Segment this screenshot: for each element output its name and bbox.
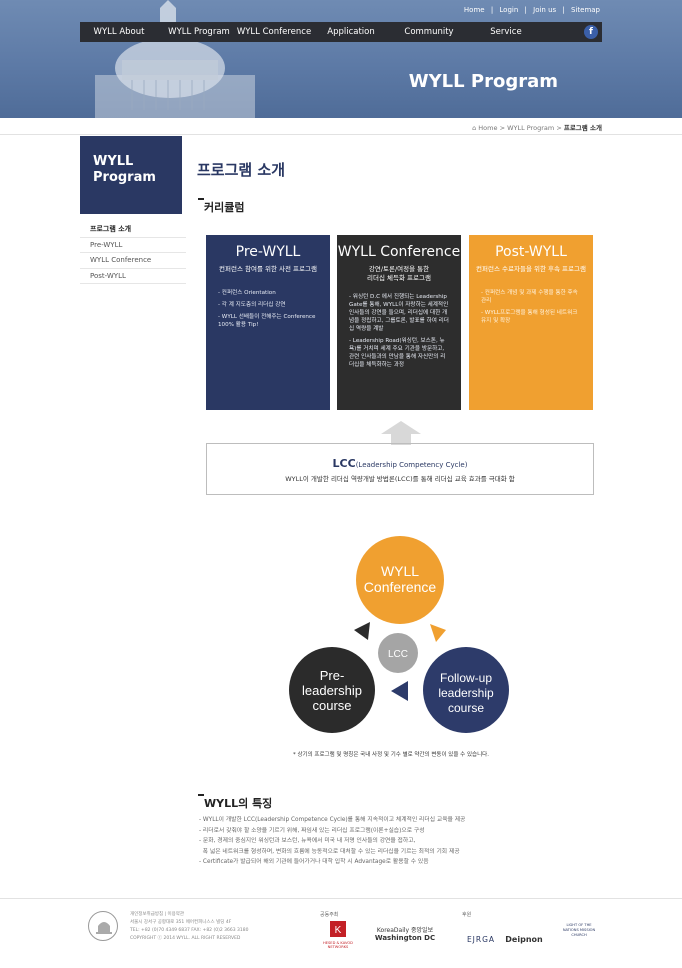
cycle-right-line3: course xyxy=(448,701,484,715)
feature-item: - Certificate가 발급되어 해외 기관에 들어가거나 대학 입학 시… xyxy=(199,859,429,865)
top-links: Home | Login | Join us | Sitemap xyxy=(463,6,600,14)
main-nav: WYLL About WYLL Program WYLL Conference … xyxy=(80,22,602,42)
features-list: - WYLL이 개발한 LCC(Leadership Competence Cy… xyxy=(199,815,465,868)
nav-item-community[interactable]: Community xyxy=(398,22,460,42)
box-bullets: - 컨퍼런스 개념 및 과제 수행을 통한 후속 관리 - WYLL프로그램을 … xyxy=(481,290,578,324)
breadcrumb: ⌂ Home > WYLL Program > 프로그램 소개 xyxy=(472,124,602,132)
up-arrow-icon xyxy=(381,421,421,445)
cycle-top-line2: Conference xyxy=(364,579,437,595)
footer-info: 개인정보취급방침 | 이용약관 서울시 강서구 공항대로 351 에어컨피니스스… xyxy=(130,911,249,941)
lcc-box: LCC(Leadership Competency Cycle) WYLL이 개… xyxy=(206,443,594,495)
box-bullets: - 워싱턴 D.C 에서 진행되는 Leadership Gate를 통해, W… xyxy=(349,294,449,368)
post-wyll-box: Post-WYLL 컨퍼런스 수료자들을 위한 후속 프로그램 - 컨퍼런스 개… xyxy=(469,235,593,410)
breadcrumb-current: 프로그램 소개 xyxy=(563,124,602,132)
breadcrumb-wyll-program[interactable]: WYLL Program xyxy=(507,124,554,132)
page-title: 프로그램 소개 xyxy=(197,161,286,179)
sidebar-item-post-wyll[interactable]: Post-WYLL xyxy=(80,269,186,284)
box-title: WYLL Conference xyxy=(337,244,461,260)
box-subtitle: 컨퍼런스 수료자들을 위한 후속 프로그램 xyxy=(476,265,586,273)
lcc-title: LCC(Leadership Competency Cycle) xyxy=(332,457,468,470)
nav-item-wyll-about[interactable]: WYLL About xyxy=(84,22,154,42)
sponsor-light-of-nations[interactable]: LIGHT OF THE NATIONS MISSION CHURCH xyxy=(558,923,600,938)
cohost-label: 공동주최 xyxy=(320,912,339,918)
nav-item-service[interactable]: Service xyxy=(478,22,534,42)
feature-item: - WYLL이 개발한 LCC(Leadership Competence Cy… xyxy=(199,817,466,823)
wyll-conference-box: WYLL Conference 강연/토론/여정을 통한 리더십 체득화 프로그… xyxy=(337,235,461,410)
feature-item: - 문화, 경제의 중심지인 워싱턴과 보스턴, 뉴욕에서 미국 내 저명 인사… xyxy=(199,838,416,844)
sponsor-ejrga[interactable]: EJRGA xyxy=(462,927,500,944)
capitol-building-image xyxy=(95,0,255,118)
box-title: Post-WYLL xyxy=(495,244,567,260)
feature-item: - 리더로서 갖춰야 할 소양을 기르기 위해, 짜임새 있는 리더십 프로그램… xyxy=(199,827,425,834)
sidebar-title: WYLL Program xyxy=(93,154,156,185)
sponsor-deipnon[interactable]: Deipnon xyxy=(503,927,545,944)
header-banner: Home | Login | Join us | Sitemap WYLL Ab… xyxy=(0,0,682,118)
features-title: WYLL의 특징 xyxy=(197,794,273,810)
sidebar-menu: 프로그램 소개 Pre-WYLL WYLL Conference Post-WY… xyxy=(80,222,186,284)
home-icon[interactable]: ⌂ xyxy=(472,124,476,132)
home-link[interactable]: Home xyxy=(464,6,485,14)
lcc-cycle-diagram: WYLL Conference Pre- leadership course F… xyxy=(289,536,509,733)
cycle-right-line2: leadership xyxy=(438,686,494,700)
sidebar-item-pre-wyll[interactable]: Pre-WYLL xyxy=(80,238,186,253)
box-subtitle: 강연/토론/여정을 통한 리더십 체득화 프로그램 xyxy=(367,265,431,282)
wyll-seal-logo xyxy=(88,911,118,941)
sidebar-item-wyll-conference[interactable]: WYLL Conference xyxy=(80,253,186,269)
cycle-left-line3: course xyxy=(312,698,351,713)
nav-item-wyll-program[interactable]: WYLL Program xyxy=(162,22,236,42)
lcc-description: WYLL이 개발한 리더십 역량개발 방법론(LCC)를 통해 리더십 교육 효… xyxy=(285,475,515,483)
box-bullets: - 컨퍼런스 Orientation - 각 계 지도층의 리더십 강연 - W… xyxy=(218,290,316,328)
sponsor-label: 후원 xyxy=(462,912,472,918)
svg-text:K: K xyxy=(335,925,342,936)
curriculum-title: 커리큘럼 xyxy=(197,198,245,214)
nav-item-wyll-conference[interactable]: WYLL Conference xyxy=(236,22,312,42)
cycle-left-line2: leadership xyxy=(302,683,362,698)
breadcrumb-bar: ⌂ Home > WYLL Program > 프로그램 소개 xyxy=(0,118,682,135)
sidebar-item-program-intro[interactable]: 프로그램 소개 xyxy=(80,222,186,238)
cycle-right-line1: Follow-up xyxy=(440,671,492,685)
breadcrumb-home[interactable]: Home xyxy=(478,124,497,132)
feature-item: 폭 넓은 네트워크를 형성하며, 변화의 흐름에 능동적으로 대처할 수 있는 … xyxy=(199,848,460,855)
hero-title: WYLL Program xyxy=(408,71,558,92)
footer: 개인정보취급방침 | 이용약관 서울시 강서구 공항대로 351 에어컨피니스스… xyxy=(0,898,682,968)
cycle-left-line1: Pre- xyxy=(320,668,345,683)
footer-links[interactable]: 개인정보취급방침 | 이용약관 xyxy=(130,911,248,919)
facebook-icon[interactable]: f xyxy=(584,25,598,39)
arrow-to-conference-icon xyxy=(354,622,370,640)
join-us-link[interactable]: Join us xyxy=(533,6,556,14)
program-note: * 상기의 프로그램 및 명칭은 국내 사정 및 기수 별로 약간의 변동이 있… xyxy=(293,752,489,758)
sidebar-header: WYLL Program xyxy=(80,136,182,214)
nav-item-application[interactable]: Application xyxy=(318,22,384,42)
pre-wyll-box: Pre-WYLL 컨퍼런스 참여를 위한 사전 프로그램 - 컨퍼런스 Orie… xyxy=(206,235,330,410)
hesed-kavod-logo-icon: K xyxy=(330,921,346,937)
sponsor-korea-daily[interactable]: KoreaDaily 중앙일보 Washington DC xyxy=(370,925,440,942)
sponsor-hesed-kavod[interactable]: K HESED & KAVOD NETWORKS xyxy=(316,921,360,949)
arrow-to-followup-icon xyxy=(430,624,446,642)
sitemap-link[interactable]: Sitemap xyxy=(571,6,600,14)
arrow-to-pre-icon xyxy=(391,681,408,701)
login-link[interactable]: Login xyxy=(499,6,518,14)
box-title: Pre-WYLL xyxy=(235,244,301,260)
cycle-top-line1: WYLL xyxy=(381,563,419,579)
box-subtitle: 컨퍼런스 참여를 위한 사전 프로그램 xyxy=(219,265,317,273)
cycle-center-label: LCC xyxy=(388,649,408,660)
